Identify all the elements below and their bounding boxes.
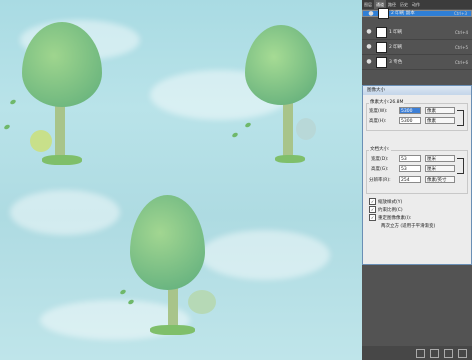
layer-name: 1 印刷 bbox=[389, 30, 403, 35]
doc-width-input[interactable]: 53 bbox=[399, 155, 421, 162]
eye-icon[interactable]: ● bbox=[365, 43, 373, 51]
lion-character bbox=[30, 130, 52, 152]
save-selection-icon[interactable] bbox=[430, 348, 439, 358]
eye-icon[interactable]: ● bbox=[367, 10, 375, 18]
new-channel-icon[interactable] bbox=[444, 348, 453, 358]
grass bbox=[42, 155, 82, 165]
layer-name: 2 印刷 bbox=[389, 45, 403, 50]
delete-icon[interactable] bbox=[458, 348, 467, 358]
panel-footer bbox=[362, 346, 472, 360]
eye-icon[interactable]: ● bbox=[365, 28, 373, 36]
layer-shortcut: Ctrl+6 bbox=[454, 59, 468, 65]
layer-thumbnail bbox=[378, 8, 389, 19]
width-unit-select[interactable]: 像素 bbox=[425, 107, 455, 114]
tab-layers[interactable]: 图层 bbox=[362, 0, 374, 9]
layer-shortcut: Ctrl+3 bbox=[453, 11, 467, 16]
width-input[interactable]: 5300 bbox=[399, 107, 421, 114]
layer-row[interactable]: ● 2 印刷 副本 Ctrl+3 bbox=[362, 8, 472, 19]
layer-thumbnail bbox=[376, 56, 387, 68]
grass bbox=[150, 325, 195, 335]
check-icon: ✓ bbox=[369, 198, 376, 205]
doc-height-label: 高度(G): bbox=[371, 167, 389, 172]
layer-row[interactable]: ● 2 印刷 Ctrl+5 bbox=[362, 40, 472, 55]
scale-styles-label: 缩放样式(Y) bbox=[378, 199, 403, 205]
image-size-dialog: 图像大小 像素大小:26.8M 宽度(W): 5300 像素 高度(H): 53… bbox=[362, 85, 472, 265]
document-canvas[interactable] bbox=[0, 0, 362, 360]
doc-width-label: 宽度(D): bbox=[371, 157, 389, 162]
resolution-label: 分辨率(R): bbox=[369, 178, 391, 183]
layer-shortcut: Ctrl+4 bbox=[454, 29, 468, 35]
layer-thumbnail bbox=[376, 41, 387, 53]
cloud bbox=[200, 230, 330, 280]
layer-thumbnail bbox=[376, 26, 387, 38]
grass bbox=[275, 155, 305, 163]
height-label: 高度(H): bbox=[369, 119, 387, 124]
document-size-label: 文档大小: bbox=[369, 146, 391, 152]
falling-leaf bbox=[231, 131, 239, 139]
height-input[interactable]: 5300 bbox=[399, 117, 421, 124]
constrain-label: 约束比例(C) bbox=[378, 207, 403, 213]
layer-row[interactable]: ● 1 印刷 Ctrl+4 bbox=[362, 25, 472, 40]
resample-label: 重定图像像素(I): bbox=[378, 215, 412, 221]
resolution-unit-select[interactable]: 像素/英寸 bbox=[425, 176, 455, 183]
layer-row[interactable]: ● 3 专色 Ctrl+6 bbox=[362, 55, 472, 70]
eye-icon[interactable]: ● bbox=[365, 58, 373, 66]
load-channel-icon[interactable] bbox=[416, 348, 425, 358]
resolution-input[interactable]: 254 bbox=[399, 176, 421, 183]
falling-leaf bbox=[119, 288, 127, 296]
doc-width-unit-select[interactable]: 厘米 bbox=[425, 155, 455, 162]
constrain-link-icon bbox=[457, 158, 464, 174]
falling-leaf bbox=[3, 123, 11, 131]
constrain-checkbox[interactable]: ✓ 约束比例(C) bbox=[369, 206, 403, 213]
dog-character bbox=[296, 118, 316, 140]
falling-leaf bbox=[244, 121, 252, 129]
width-label: 宽度(W): bbox=[369, 109, 388, 114]
doc-height-input[interactable]: 53 bbox=[399, 165, 421, 172]
layer-name: 2 印刷 副本 bbox=[391, 11, 415, 16]
tab-actions[interactable]: 动作 bbox=[410, 0, 422, 9]
resample-checkbox[interactable]: ✓ 重定图像像素(I): bbox=[369, 214, 411, 221]
layer-name: 3 专色 bbox=[389, 60, 403, 65]
dialog-title: 图像大小 bbox=[363, 86, 471, 95]
check-icon: ✓ bbox=[369, 206, 376, 213]
layer-shortcut: Ctrl+5 bbox=[454, 44, 468, 50]
falling-leaf bbox=[9, 98, 17, 106]
tab-history[interactable]: 历史 bbox=[398, 0, 410, 9]
constrain-link-icon bbox=[457, 110, 464, 126]
pixel-dimensions-label: 像素大小:26.8M bbox=[369, 99, 405, 105]
check-icon: ✓ bbox=[369, 214, 376, 221]
resample-method-select[interactable]: 两次立方 (适用于平滑渐变) bbox=[381, 223, 435, 229]
height-unit-select[interactable]: 像素 bbox=[425, 117, 455, 124]
cloud bbox=[10, 190, 120, 235]
tree-crown bbox=[130, 195, 205, 290]
scale-styles-checkbox[interactable]: ✓ 缩放样式(Y) bbox=[369, 198, 402, 205]
tree-crown bbox=[245, 25, 317, 105]
monkey-character bbox=[188, 290, 216, 314]
doc-height-unit-select[interactable]: 厘米 bbox=[425, 165, 455, 172]
